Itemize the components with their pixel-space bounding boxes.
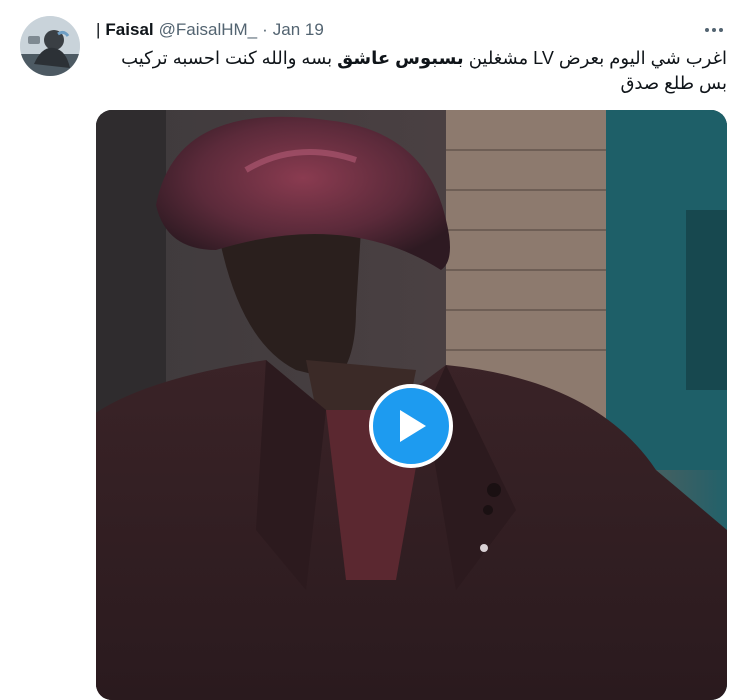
play-icon [400, 410, 426, 442]
tweet-text: اغرب شي اليوم بعرض LV مشغلين بسبوس عاشق … [96, 46, 727, 96]
avatar-image [20, 16, 80, 76]
name-prefix: | [96, 20, 101, 39]
tweet[interactable]: | Faisal @FaisalHM_ · Jan 19 اغرب شي الي… [0, 0, 745, 700]
tweet-date[interactable]: Jan 19 [273, 20, 324, 40]
more-button[interactable] [697, 16, 731, 44]
user-handle[interactable]: @FaisalHM_ [159, 20, 258, 40]
avatar[interactable] [20, 16, 80, 76]
tweet-header: | Faisal @FaisalHM_ · Jan 19 [96, 18, 685, 42]
tweet-video[interactable] [96, 110, 727, 700]
more-horizontal-icon [705, 28, 723, 32]
play-button[interactable] [369, 384, 453, 468]
separator: · [262, 20, 268, 39]
tweet-text-bold: بسبوس عاشق [337, 48, 464, 68]
tweet-text-part1: اغرب شي اليوم بعرض LV مشغلين [463, 48, 727, 68]
display-name[interactable]: Faisal [105, 20, 153, 40]
